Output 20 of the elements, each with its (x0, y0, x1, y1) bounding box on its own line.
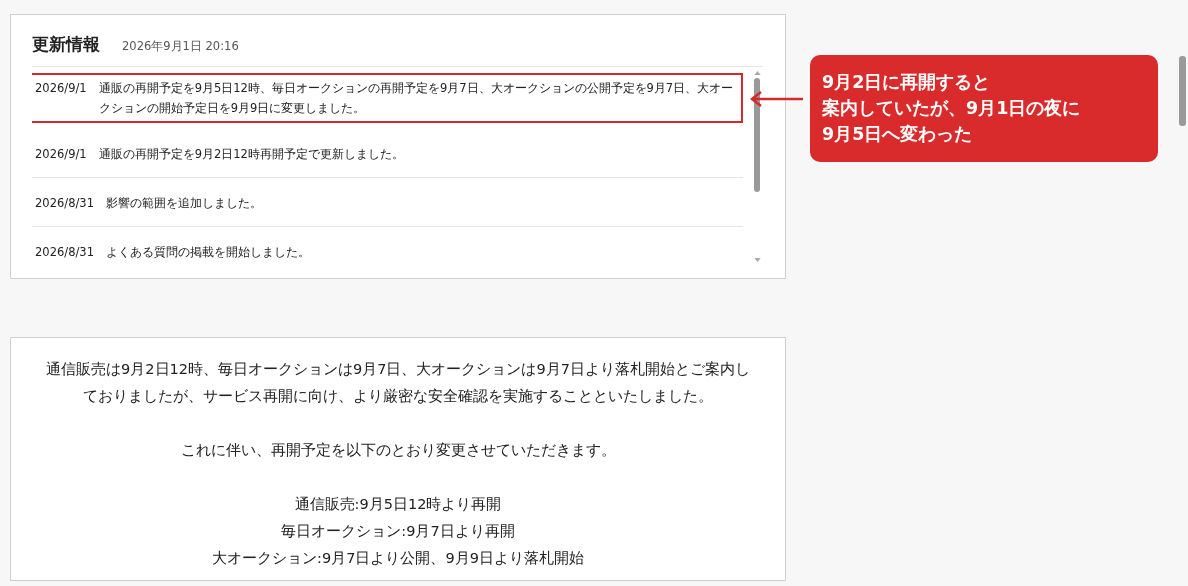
notice-text: 通信販売は9月2日12時、毎日オークションは9月7日、大オークションは9月7日より落札開始とご案内しておりましたが、サービス再開に向け、より厳密な安全確認を実施することといたしました。 (45, 360, 751, 406)
notice-text: 大オークション:9月7日より公開、9月9日より落札開始 (211, 549, 585, 568)
update-text: よくある質問の掲載を開始しました。 (105, 244, 310, 261)
update-text: 通販の再開予定を9月2日12時再開予定で更新しました。 (98, 146, 404, 163)
notice-text: 毎日オークション:9月7日より再開 (280, 522, 516, 541)
update-date: 2026/9/1 (35, 80, 87, 97)
update-text: 影響の範囲を追加しました。 (105, 195, 262, 212)
section-title: 更新情報 (32, 33, 100, 56)
page-scrollbar[interactable] (1179, 56, 1186, 126)
update-date: 2026/9/1 (35, 146, 87, 163)
callout-note: 9月2日に再開すると 案内していたが、9月1日の夜に 9月5日へ変わった (810, 55, 1158, 162)
notice-text: これに伴い、再開予定を以下のとおり変更させていただきます。 (179, 441, 617, 460)
update-date: 2026/8/31 (35, 195, 94, 212)
scroll-up-icon[interactable] (753, 71, 761, 75)
timestamp: 2026年9月1日 20:16 (122, 39, 239, 54)
update-text: 通販の再開予定を9月5日12時、毎日オークションの再開予定を9月7日、大オークションの公開予定を9月7日、大オークションの開始予定日を9月9日に変更しました。 (98, 80, 735, 117)
scroll-down-icon[interactable] (753, 258, 761, 262)
notice-text: 通信販売:9月5日12時より再開 (293, 495, 503, 514)
update-date: 2026/8/31 (35, 244, 94, 261)
arrow-icon (750, 91, 804, 107)
